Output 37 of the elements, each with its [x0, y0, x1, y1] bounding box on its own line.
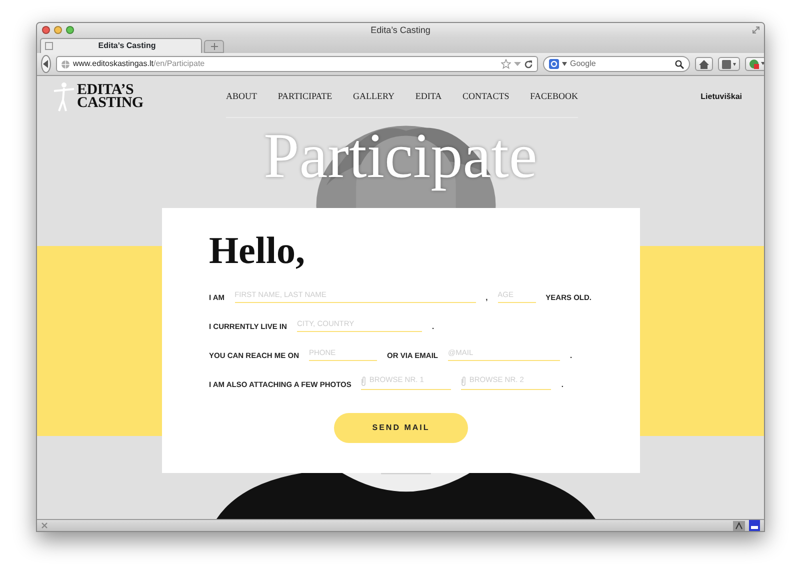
back-button[interactable] — [41, 55, 51, 73]
search-placeholder: Google — [570, 58, 596, 70]
extension-button[interactable] — [745, 57, 764, 71]
language-link[interactable]: Lietuviškai — [700, 91, 742, 103]
back-icon — [42, 60, 50, 68]
send-button[interactable]: SEND MAIL — [334, 413, 468, 443]
nav-link[interactable]: CONTACTS — [462, 90, 510, 104]
browser-tab[interactable]: Edita’s Casting — [40, 38, 202, 53]
paperclip-icon — [361, 376, 366, 386]
bookmarks-button[interactable] — [718, 57, 740, 71]
plugin-icon[interactable] — [749, 520, 760, 531]
dropdown-icon[interactable] — [562, 62, 567, 66]
window-title: Edita’s Casting — [370, 25, 430, 35]
address-bar[interactable]: www.editoskastingas.lt/en/Participate — [56, 56, 538, 72]
nav-link[interactable]: PARTICIPATE — [278, 90, 332, 104]
new-tab-button[interactable] — [204, 40, 224, 53]
search-icon[interactable] — [675, 60, 684, 68]
search-engine-icon[interactable] — [549, 59, 559, 69]
logo-text[interactable]: EDITA’S CASTING — [77, 84, 144, 110]
nav-link[interactable]: FACEBOOK — [530, 90, 578, 104]
url-text: www.editoskastingas.lt/en/Participate — [73, 58, 205, 70]
plus-icon — [210, 42, 218, 50]
greeting-heading: Hello, — [209, 229, 306, 274]
plugin-icon[interactable] — [733, 520, 745, 530]
paperclip-icon — [461, 376, 466, 386]
nav-link[interactable]: EDITA — [415, 90, 442, 104]
search-field[interactable]: Google — [543, 56, 690, 72]
minimize-icon[interactable] — [54, 26, 62, 34]
fullscreen-icon[interactable] — [752, 26, 760, 34]
nav-link[interactable]: ABOUT — [226, 90, 257, 104]
globe-icon — [61, 60, 70, 68]
dancer-icon — [53, 82, 75, 112]
nav-link[interactable]: GALLERY — [353, 90, 394, 104]
reload-icon[interactable] — [524, 60, 533, 68]
star-icon[interactable] — [501, 59, 511, 69]
maximize-icon[interactable] — [66, 26, 74, 34]
home-button[interactable] — [695, 57, 713, 71]
